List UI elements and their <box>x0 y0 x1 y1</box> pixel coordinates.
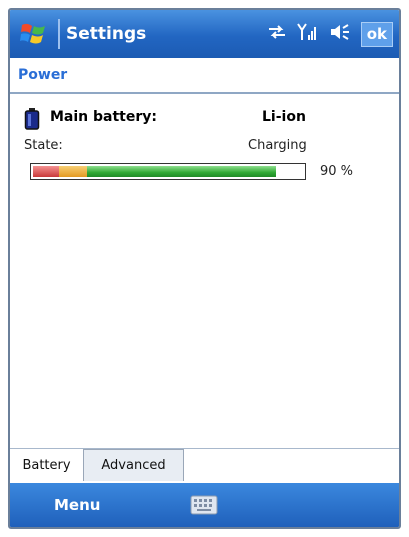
battery-icon <box>24 108 40 130</box>
status-icons: ok <box>267 21 399 47</box>
battery-percent: 90 % <box>320 164 354 179</box>
ok-button[interactable]: ok <box>360 21 393 47</box>
state-row: State: Charging <box>24 138 384 156</box>
title-bar: Settings ok <box>10 10 399 58</box>
app-title: Settings <box>66 24 147 44</box>
tab-battery[interactable]: Battery <box>10 449 84 481</box>
softkey-bar: Menu <box>10 483 399 527</box>
page-header: Power <box>10 58 399 92</box>
windows-start-icon <box>20 23 45 44</box>
device-screen: Settings ok Power Main battery: Li-ion S… <box>8 8 401 529</box>
tab-strip: Battery Advanced <box>10 448 399 485</box>
battery-label: Main battery: <box>50 109 157 125</box>
level-segment-green <box>87 166 276 177</box>
state-label: State: <box>24 138 63 153</box>
battery-level-bar <box>30 163 306 180</box>
battery-row: Main battery: Li-ion <box>24 108 384 130</box>
start-button[interactable] <box>10 10 58 58</box>
page-title: Power <box>18 67 68 83</box>
title-separator <box>58 19 60 49</box>
level-segment-red <box>33 166 59 177</box>
state-value: Charging <box>248 138 307 153</box>
signal-strength-icon[interactable] <box>296 22 319 46</box>
keyboard-icon[interactable] <box>190 495 218 519</box>
header-divider <box>10 92 399 94</box>
battery-level-fill <box>33 166 276 177</box>
menu-softkey[interactable]: Menu <box>54 496 100 514</box>
tab-advanced[interactable]: Advanced <box>84 449 184 481</box>
speaker-icon[interactable] <box>329 23 351 45</box>
battery-type: Li-ion <box>262 109 306 125</box>
connectivity-arrows-icon[interactable] <box>267 23 287 45</box>
level-segment-orange <box>59 166 87 177</box>
